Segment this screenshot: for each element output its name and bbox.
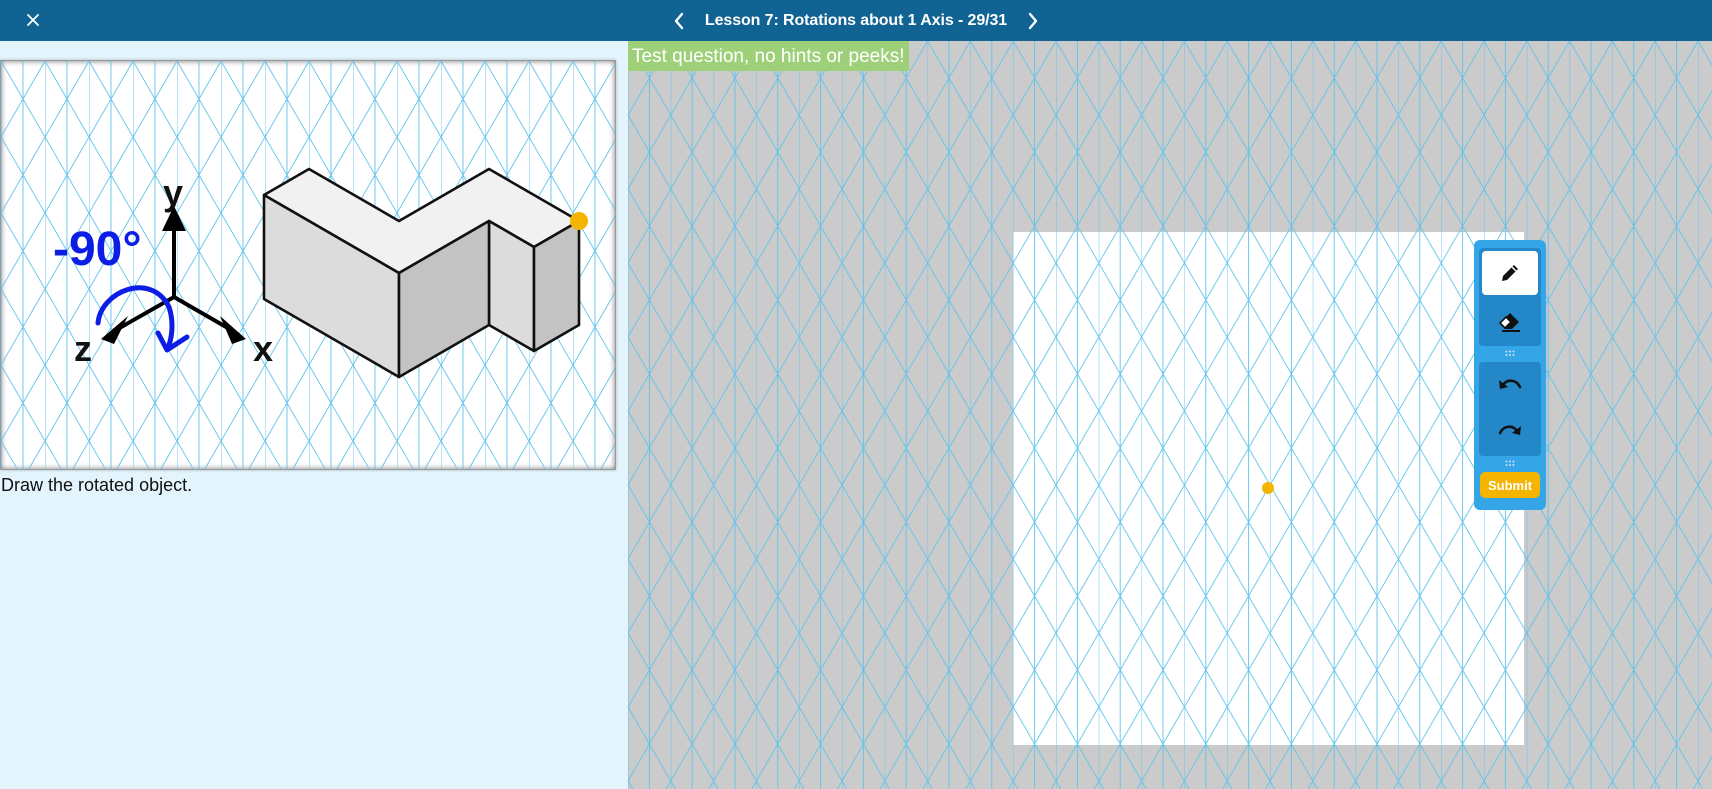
lesson-title: Lesson 7: Rotations about 1 Axis - 29/31 <box>704 11 1008 29</box>
undo-button[interactable] <box>1482 364 1538 408</box>
anchor-point <box>1262 482 1274 494</box>
question-figure: y x z -90° <box>0 60 616 470</box>
workspace-grid[interactable] <box>628 41 1712 789</box>
x-axis-label: x <box>253 328 273 369</box>
z-axis-label: z <box>74 328 92 369</box>
lesson-navigation: Lesson 7: Rotations about 1 Axis - 29/31 <box>0 0 1712 41</box>
eraser-icon <box>1498 313 1520 332</box>
drawing-toolbar: Submit <box>1474 240 1546 510</box>
drawing-workspace[interactable] <box>628 41 1712 789</box>
grip-icon-2[interactable] <box>1505 460 1515 468</box>
pencil-icon <box>1502 265 1518 281</box>
question-instruction: Draw the rotated object. <box>1 475 193 495</box>
eraser-button[interactable] <box>1482 299 1538 343</box>
chevron-left-icon[interactable] <box>665 7 693 35</box>
rotation-angle-label: -90° <box>53 223 142 276</box>
undo-icon <box>1499 379 1522 389</box>
test-question-banner: Test question, no hints or peeks! <box>628 41 909 71</box>
close-icon[interactable] <box>22 6 44 34</box>
top-bar: Lesson 7: Rotations about 1 Axis - 29/31 <box>0 0 1712 41</box>
y-axis-label: y <box>163 172 183 213</box>
iso-grid-figure: y x z -90° <box>1 61 615 469</box>
redo-button[interactable] <box>1482 410 1538 454</box>
grip-icon[interactable] <box>1505 350 1515 358</box>
draw-tools-group <box>1479 248 1541 346</box>
submit-button[interactable]: Submit <box>1480 472 1540 498</box>
pencil-button[interactable] <box>1482 251 1538 295</box>
chevron-right-icon[interactable] <box>1019 7 1047 35</box>
redo-icon <box>1498 425 1521 435</box>
reference-marker <box>570 212 588 230</box>
history-tools-group <box>1479 362 1541 456</box>
question-panel: y x z -90° Draw the rotated object. <box>0 41 628 789</box>
